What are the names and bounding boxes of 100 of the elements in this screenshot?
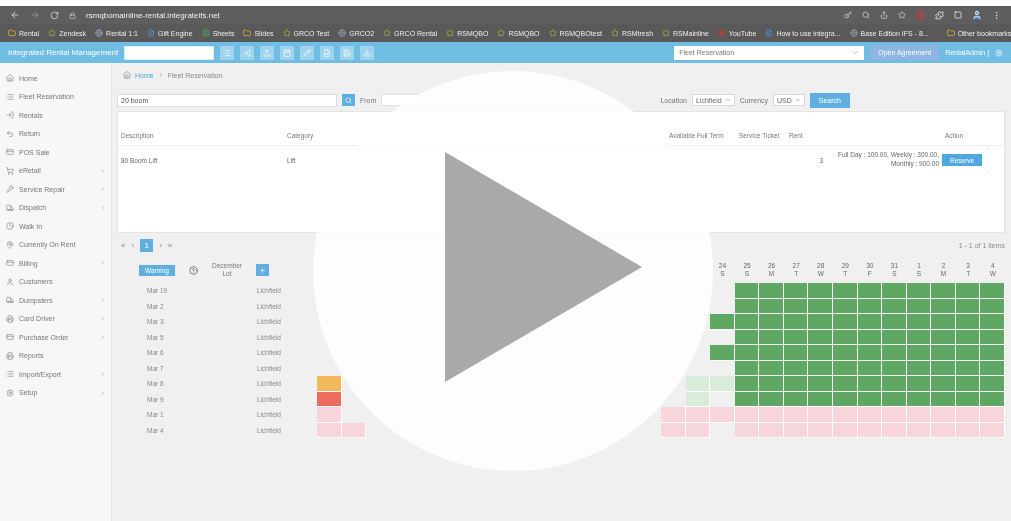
calendar-cell[interactable]: [808, 345, 833, 361]
help-icon[interactable]: [188, 265, 198, 275]
calendar-cell[interactable]: [980, 345, 1005, 361]
calendar-cell[interactable]: [833, 345, 858, 361]
calendar-cell[interactable]: [906, 376, 932, 392]
toolbar-button[interactable]: [240, 45, 255, 60]
toolbar-button[interactable]: [300, 45, 315, 60]
calendar-cell[interactable]: [857, 345, 883, 361]
calendar-cell[interactable]: [931, 407, 956, 423]
forward-icon[interactable]: [30, 10, 40, 20]
calendar-cell[interactable]: [980, 407, 1005, 423]
calendar-cell[interactable]: [906, 345, 932, 361]
video-icon: [717, 29, 726, 37]
search-field[interactable]: [124, 45, 215, 60]
calendar-cell[interactable]: [833, 407, 858, 423]
calendar-cell[interactable]: [808, 283, 833, 299]
calendar-cell[interactable]: [931, 283, 956, 299]
calendar-cell[interactable]: [882, 345, 907, 361]
toolbar-button[interactable]: [280, 45, 295, 60]
calendar-cell[interactable]: [980, 376, 1005, 392]
search-button[interactable]: [342, 94, 355, 106]
calendar-cell[interactable]: [734, 345, 760, 361]
next-page-link[interactable]: ›: [159, 240, 162, 250]
calendar-cell[interactable]: [710, 314, 735, 330]
search-icon[interactable]: [862, 11, 870, 19]
calendar-cell[interactable]: [710, 376, 735, 392]
calendar-cell[interactable]: [906, 283, 932, 299]
star-icon: [548, 29, 557, 37]
calendar-cell[interactable]: [759, 407, 784, 423]
calendar-cell[interactable]: [734, 314, 760, 330]
calendar-cell[interactable]: [759, 376, 784, 392]
calendar-cell[interactable]: [808, 376, 833, 392]
calendar-cell[interactable]: [955, 283, 981, 299]
toolbar-button[interactable]: [340, 45, 355, 60]
calendar-cell[interactable]: [759, 345, 784, 361]
calendar-cell[interactable]: [661, 407, 686, 423]
calendar-cell[interactable]: [783, 314, 809, 330]
calendar-cell[interactable]: [710, 345, 735, 361]
calendar-cell[interactable]: [783, 283, 809, 299]
extensions-icon[interactable]: [935, 10, 944, 20]
calendar-cell[interactable]: [931, 314, 956, 330]
last-page-link[interactable]: »: [167, 240, 173, 250]
calendar-cell[interactable]: [734, 376, 760, 392]
calendar-cell[interactable]: [783, 376, 809, 392]
calendar-cell[interactable]: [857, 376, 883, 392]
printer-icon: [6, 351, 14, 360]
calendar-cell[interactable]: [833, 314, 858, 330]
calendar-cell[interactable]: [685, 407, 711, 423]
toolbar-button[interactable]: [260, 45, 275, 60]
calendar-cell[interactable]: [980, 314, 1005, 330]
calendar-cell[interactable]: [734, 283, 760, 299]
calendar-cell[interactable]: [710, 407, 735, 423]
calendar-cell[interactable]: [980, 283, 1005, 299]
star-icon: [446, 29, 455, 37]
previous-page-link[interactable]: ‹: [131, 240, 135, 250]
calendar-cell[interactable]: [734, 407, 760, 423]
calendar-cell[interactable]: [882, 314, 907, 330]
calendar-cell[interactable]: [759, 314, 784, 330]
calendar-cell[interactable]: [955, 314, 981, 330]
calendar-cell[interactable]: [783, 407, 809, 423]
calendar-cell[interactable]: [783, 345, 809, 361]
calendar-cell[interactable]: [341, 422, 367, 438]
calendar-cell[interactable]: [882, 407, 907, 423]
back-icon[interactable]: [10, 10, 20, 20]
calendar-cell[interactable]: [931, 376, 956, 392]
calendar-cell[interactable]: [882, 376, 907, 392]
calendar-cell[interactable]: [931, 345, 956, 361]
calendar-cell[interactable]: [906, 407, 932, 423]
calendar-cell[interactable]: [882, 283, 907, 299]
calendar-cell[interactable]: [955, 407, 981, 423]
calendar-cell[interactable]: [685, 376, 711, 392]
calendar-cell[interactable]: [808, 314, 833, 330]
calendar-cell[interactable]: [833, 376, 858, 392]
toolbar-button[interactable]: [320, 45, 335, 60]
page-link[interactable]: 1: [140, 238, 154, 252]
settings-icon[interactable]: [995, 48, 1003, 57]
calendar-cell[interactable]: [857, 314, 883, 330]
calendar-cell[interactable]: [906, 314, 932, 330]
address-url[interactable]: rsmqbomainline-rental.integrateifs.net: [86, 10, 220, 20]
profile-icon[interactable]: [972, 10, 982, 20]
key-icon[interactable]: [844, 11, 852, 19]
calendar-cell[interactable]: [955, 345, 981, 361]
calendar-cell[interactable]: [317, 407, 342, 423]
menu-icon[interactable]: [992, 10, 1001, 20]
toolbar-button[interactable]: [220, 45, 235, 60]
star-icon[interactable]: [898, 11, 906, 19]
calendar-cell[interactable]: [955, 376, 981, 392]
calendar-cell[interactable]: [857, 283, 883, 299]
reload-icon[interactable]: [50, 10, 59, 20]
share-icon[interactable]: [880, 11, 888, 19]
calendar-cell[interactable]: [857, 407, 883, 423]
calendar-cell[interactable]: [833, 283, 858, 299]
wrench-icon: [6, 185, 14, 194]
add-button[interactable]: [255, 264, 269, 276]
first-page-link[interactable]: «: [121, 240, 126, 250]
calendar-cell[interactable]: [317, 376, 342, 392]
window-icon[interactable]: [954, 11, 962, 19]
calendar-cell[interactable]: [759, 283, 784, 299]
toolbar-button[interactable]: [360, 45, 375, 60]
calendar-cell[interactable]: [808, 407, 833, 423]
